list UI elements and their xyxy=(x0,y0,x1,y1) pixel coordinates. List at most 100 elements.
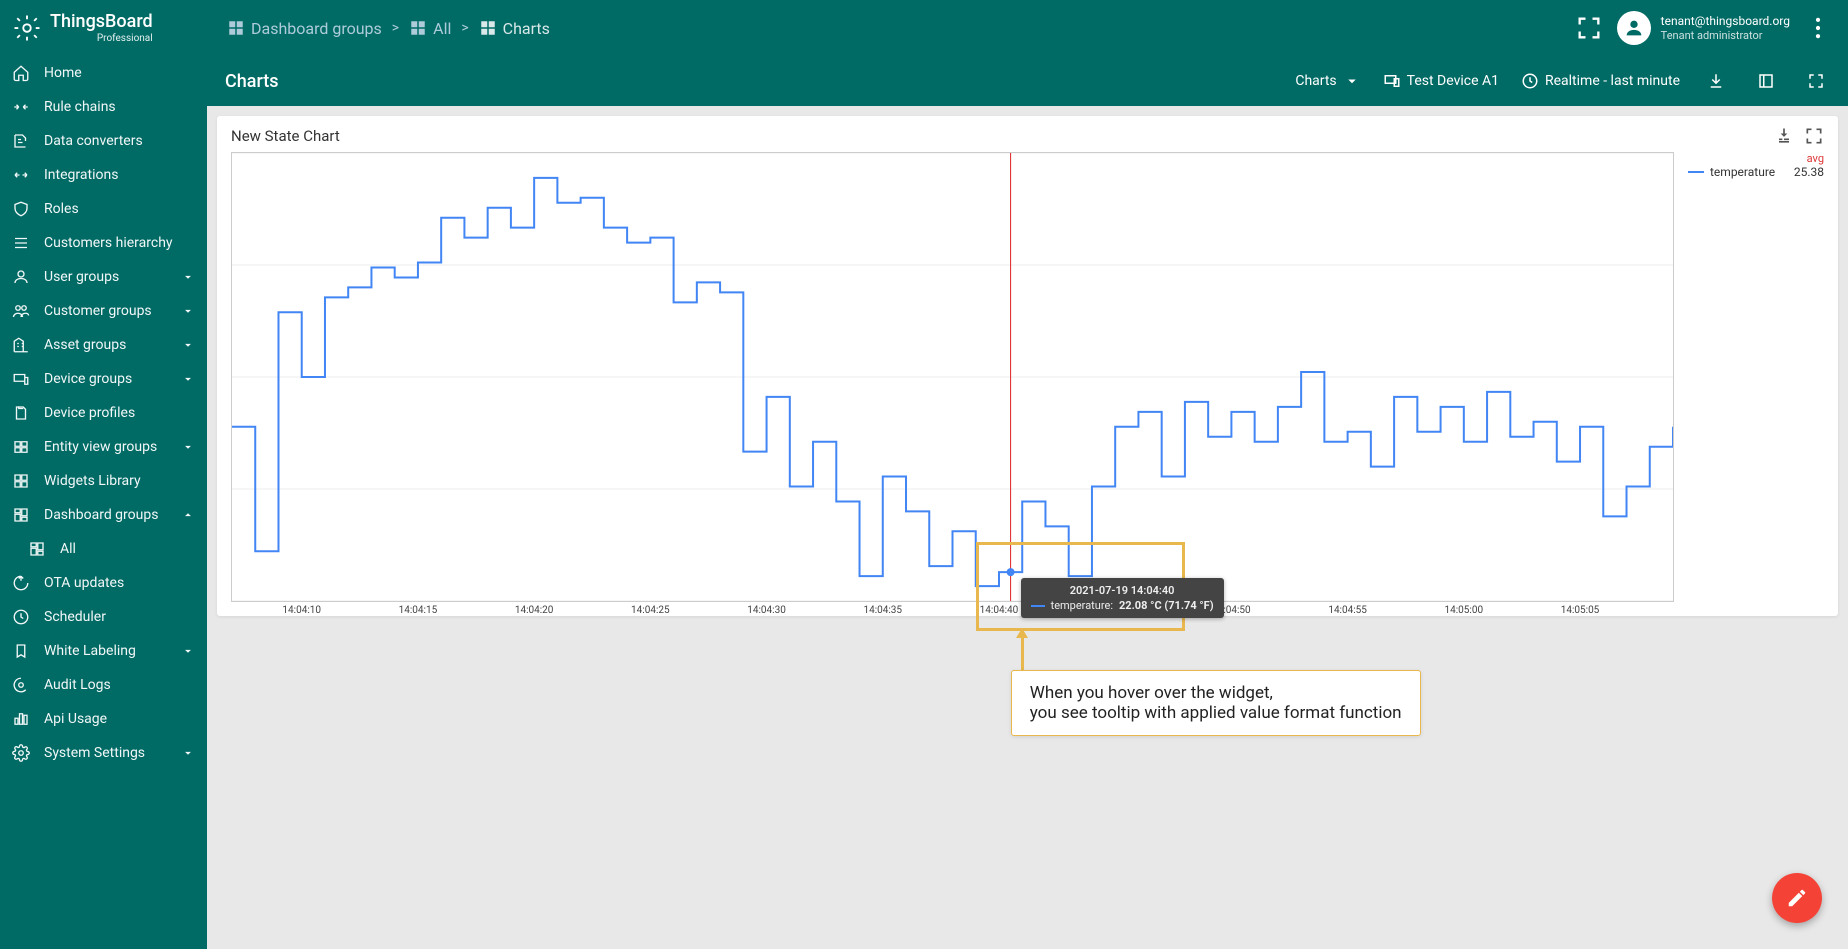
x-tick-label: 14:04:50 xyxy=(1212,605,1251,616)
x-tick-label: 14:04:30 xyxy=(747,605,786,616)
more-menu-icon[interactable] xyxy=(1804,14,1832,42)
logo-icon xyxy=(12,13,42,43)
sidebar-item-ota-updates[interactable]: OTA updates xyxy=(0,566,207,600)
chevron-down-icon xyxy=(181,304,195,318)
sidebar-item-entity-view-groups[interactable]: Entity view groups xyxy=(0,430,207,464)
fullscreen-toggle-icon[interactable] xyxy=(1575,14,1603,42)
breadcrumb-item-dashboard-groups[interactable]: Dashboard groups xyxy=(227,19,382,38)
x-tick-label: 14:04:25 xyxy=(631,605,670,616)
shield-icon xyxy=(12,200,30,218)
sidebar-item-scheduler[interactable]: Scheduler xyxy=(0,600,207,634)
sidebar-item-widgets-library[interactable]: Widgets Library xyxy=(0,464,207,498)
x-tick-label: 14:04:15 xyxy=(399,605,438,616)
integrate-icon xyxy=(12,166,30,184)
sidebar-item-device-profiles[interactable]: Device profiles xyxy=(0,396,207,430)
clock-icon xyxy=(1521,72,1539,90)
x-tick-label: 14:04:20 xyxy=(515,605,554,616)
chevron-down-icon xyxy=(181,644,195,658)
sidebar-item-all[interactable]: All xyxy=(0,532,207,566)
export-icon[interactable] xyxy=(1702,67,1730,95)
user-menu[interactable]: tenant@thingsboard.org Tenant administra… xyxy=(1617,11,1790,45)
sidebar-item-label: Scheduler xyxy=(44,609,195,625)
sidebar-item-home[interactable]: Home xyxy=(0,56,207,90)
annotation-arrow-icon xyxy=(1016,628,1028,638)
chevron-down-icon xyxy=(181,440,195,454)
sidebar-item-label: Home xyxy=(44,65,195,81)
devices-icon xyxy=(1383,72,1401,90)
ota-icon xyxy=(12,574,30,592)
sidebar-item-user-groups[interactable]: User groups xyxy=(0,260,207,294)
sidebar-item-data-converters[interactable]: Data converters xyxy=(0,124,207,158)
state-selector[interactable]: Charts xyxy=(1295,72,1360,90)
breadcrumb-item-all[interactable]: All xyxy=(409,19,451,38)
sidebar-item-label: Audit Logs xyxy=(44,677,195,693)
sidebar-item-label: Roles xyxy=(44,201,195,217)
sidebar-item-integrations[interactable]: Integrations xyxy=(0,158,207,192)
chevron-down-icon xyxy=(181,338,195,352)
sidebar-item-label: Customer groups xyxy=(44,303,167,319)
legend-swatch xyxy=(1688,171,1704,173)
sidebar-item-api-usage[interactable]: Api Usage xyxy=(0,702,207,736)
annotation-callout: When you hover over the widget, you see … xyxy=(1011,670,1421,736)
sidebar-item-label: Entity view groups xyxy=(44,439,167,455)
fullscreen-icon[interactable] xyxy=(1802,67,1830,95)
legend-series[interactable]: temperature xyxy=(1710,165,1788,179)
chart-plot-area[interactable]: 14:04:1014:04:1514:04:2014:04:2514:04:30… xyxy=(231,152,1674,602)
avatar-icon xyxy=(1617,11,1651,45)
api-icon xyxy=(12,710,30,728)
sidebar-item-label: Api Usage xyxy=(44,711,195,727)
convert-icon xyxy=(12,132,30,150)
chart-legend: avg temperature 25.38 xyxy=(1674,152,1824,602)
chevron-down-icon xyxy=(181,372,195,386)
sidebar: Home Rule chains Data converters Integratio… xyxy=(0,56,207,949)
sidebar-item-label: All xyxy=(60,541,195,557)
sidebar-item-device-groups[interactable]: Device groups xyxy=(0,362,207,396)
export-data-icon[interactable] xyxy=(1774,126,1794,146)
app-header: ThingsBoard Professional Dashboard group… xyxy=(0,0,1848,56)
dashboard-icon xyxy=(409,19,427,37)
sidebar-item-system-settings[interactable]: System Settings xyxy=(0,736,207,770)
x-tick-label: 14:04:35 xyxy=(863,605,902,616)
sidebar-item-asset-groups[interactable]: Asset groups xyxy=(0,328,207,362)
user-email: tenant@thingsboard.org xyxy=(1661,14,1790,28)
chevron-down-icon xyxy=(181,270,195,284)
dashboard-toolbar: Charts Charts Test Device A1 Realtime - … xyxy=(207,56,1848,106)
app-edition: Professional xyxy=(50,33,153,44)
sidebar-item-customers-hierarchy[interactable]: Customers hierarchy xyxy=(0,226,207,260)
hierarchy-icon xyxy=(12,234,30,252)
sidebar-item-customer-groups[interactable]: Customer groups xyxy=(0,294,207,328)
dashboard-icon xyxy=(479,19,497,37)
app-name: ThingsBoard xyxy=(50,13,153,31)
sidebar-item-label: OTA updates xyxy=(44,575,195,591)
sidebar-item-label: Widgets Library xyxy=(44,473,195,489)
sidebar-item-label: Data converters xyxy=(44,133,195,149)
sidebar-item-rule-chains[interactable]: Rule chains xyxy=(0,90,207,124)
legend-value: 25.38 xyxy=(1794,165,1824,179)
domain-icon xyxy=(12,336,30,354)
sidebar-item-white-labeling[interactable]: White Labeling xyxy=(0,634,207,668)
breadcrumb-item-charts[interactable]: Charts xyxy=(479,19,550,38)
clock-icon xyxy=(12,608,30,626)
device-selector[interactable]: Test Device A1 xyxy=(1383,72,1499,90)
rules-icon xyxy=(12,98,30,116)
sidebar-item-label: Customers hierarchy xyxy=(44,235,195,251)
sidebar-item-label: User groups xyxy=(44,269,167,285)
breadcrumb-separator: > xyxy=(392,20,399,36)
timewindow-selector[interactable]: Realtime - last minute xyxy=(1521,72,1680,90)
devices-icon xyxy=(12,370,30,388)
home-icon xyxy=(12,64,30,82)
edit-fab[interactable] xyxy=(1772,873,1822,923)
sidebar-item-roles[interactable]: Roles xyxy=(0,192,207,226)
profile-icon xyxy=(12,404,30,422)
sidebar-item-audit-logs[interactable]: Audit Logs xyxy=(0,668,207,702)
chevron-down-icon xyxy=(181,746,195,760)
widget-title: New State Chart xyxy=(231,127,340,145)
widget-fullscreen-icon[interactable] xyxy=(1804,126,1824,146)
expand-toolbar-icon[interactable] xyxy=(1752,67,1780,95)
dashboard-icon xyxy=(227,19,245,37)
pencil-icon xyxy=(1786,887,1808,909)
x-tick-label: 14:04:55 xyxy=(1328,605,1367,616)
x-tick-label: 14:05:00 xyxy=(1445,605,1484,616)
app-logo[interactable]: ThingsBoard Professional xyxy=(0,13,207,44)
sidebar-item-dashboard-groups[interactable]: Dashboard groups xyxy=(0,498,207,532)
